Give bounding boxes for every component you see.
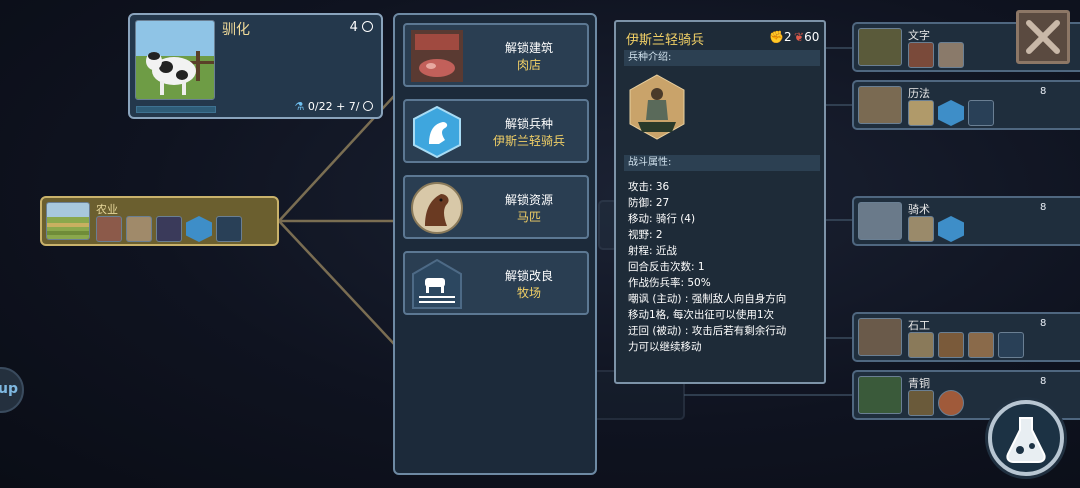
unit-cost-a-value: 2 <box>783 30 792 44</box>
attr-flank-1: 迂回 (被动) : 攻击后若有剩余行动 <box>628 325 787 337</box>
tech-title: 农业 <box>96 203 118 216</box>
attr-counter: 回合反击次数: 1 <box>628 261 705 273</box>
turn-cost-value: 4 <box>349 20 358 35</box>
attr-taunt-1: 嘲讽 (主动) : 强制敌人向自身方向 <box>628 293 787 305</box>
unlock-building[interactable]: 解锁建筑 肉店 <box>403 23 589 87</box>
research-progress-value: 0/22 + 7/ <box>307 100 360 113</box>
turn-cost: 8 <box>1040 86 1047 97</box>
turn-cost: 8 <box>1040 202 1047 213</box>
library-icon <box>908 42 934 68</box>
research-button[interactable] <box>988 400 1064 476</box>
unlock-label: 解锁资源 <box>504 193 553 207</box>
unit-cost-a: ✊2 <box>769 30 792 44</box>
plantation-icon <box>968 100 994 126</box>
tech-title: 骑术 <box>908 203 930 216</box>
unlock-value: 肉店 <box>516 58 541 72</box>
unit-cost-b: ❦60 <box>794 30 819 44</box>
unlock-value: 牧场 <box>516 286 541 300</box>
flask-icon <box>1006 417 1046 463</box>
barracks-icon <box>908 390 934 416</box>
tech-title: 驯化 <box>222 22 250 38</box>
resource-hex-icon <box>186 216 212 242</box>
tech-title: 文字 <box>908 29 930 42</box>
unlock-label: 解锁改良 <box>504 269 553 283</box>
attr-flank-2: 力可以继续移动 <box>628 341 702 353</box>
horse-resource-icon <box>411 182 463 234</box>
tech-card-masonry[interactable]: 石工 8 <box>852 312 1080 362</box>
pyramid-icon <box>908 100 934 126</box>
calendar-image <box>858 86 902 124</box>
unlock-improvement[interactable]: 解锁改良 牧场 <box>403 251 589 315</box>
scribe-icon <box>938 42 964 68</box>
research-progress-text: ⚗ 0/22 + 7/ <box>294 100 373 113</box>
combat-stats-header: 战斗属性: <box>624 155 820 171</box>
turn-cost: 8 <box>1040 376 1047 387</box>
tech-card-horseback-riding[interactable]: 骑术 8 <box>852 196 1080 246</box>
copper-icon <box>938 390 964 416</box>
tech-title: 青铜 <box>908 377 930 390</box>
food-icon: ❦ <box>794 30 805 44</box>
clock-icon <box>362 21 373 32</box>
cow-image <box>135 20 215 100</box>
meat-shop-icon <box>411 30 463 82</box>
colosseum-icon <box>908 216 934 242</box>
research-progress-bar <box>136 106 216 113</box>
unlock-value: 伊斯兰轻骑兵 <box>492 134 565 148</box>
farmland-image <box>46 202 90 240</box>
improvement-icon <box>216 216 242 242</box>
tech-title: 石工 <box>908 319 930 332</box>
unit-intro-header: 兵种介绍: <box>624 50 820 66</box>
clock-icon <box>363 101 373 111</box>
forge-image <box>858 376 902 414</box>
unlock-label: 解锁兵种 <box>504 117 553 131</box>
unlock-value: 马匹 <box>516 210 541 224</box>
tech-card-domestication[interactable]: 驯化 4 ⚗ 0/22 + 7/ <box>128 13 383 119</box>
unit-icon <box>156 216 182 242</box>
attr-vision: 视野: 2 <box>628 229 663 241</box>
tablet-image <box>858 28 902 66</box>
turn-cost: 8 <box>1040 318 1047 329</box>
horse-unit-icon <box>411 105 463 159</box>
stone-image <box>858 318 902 356</box>
unit-name: 伊斯兰轻骑兵 <box>626 33 705 48</box>
turn-cost: 4 <box>350 20 373 35</box>
unlock-label: 解锁建筑 <box>504 41 553 55</box>
unlock-unit[interactable]: 解锁兵种 伊斯兰轻骑兵 <box>403 99 589 163</box>
horse-hex-icon <box>938 216 964 242</box>
resource-hex-icon <box>938 100 964 126</box>
attr-wound-rate: 作战伤兵率: 50% <box>628 277 711 289</box>
building-icon <box>96 216 122 242</box>
close-icon <box>1026 20 1060 54</box>
production-icon: ✊ <box>769 30 784 44</box>
attr-move: 移动: 骑行 (4) <box>628 213 696 225</box>
tech-card-agriculture[interactable]: 农业 <box>40 196 279 246</box>
temple-icon <box>968 332 994 358</box>
tech-card-calendar[interactable]: 历法 8 <box>852 80 1080 130</box>
science-icon: ⚗ <box>294 100 305 113</box>
gate-icon <box>938 332 964 358</box>
close-button[interactable] <box>1016 10 1070 64</box>
tech-title: 历法 <box>908 87 930 100</box>
pasture-icon <box>411 258 463 310</box>
attr-taunt-2: 移动1格, 每次出征可以使用1次 <box>628 309 775 321</box>
unlock-resource[interactable]: 解锁资源 马匹 <box>403 175 589 239</box>
attr-defense: 防御: 27 <box>628 197 670 209</box>
quarry-icon <box>998 332 1024 358</box>
unit-cost-b-value: 60 <box>804 30 820 44</box>
cavalry-portrait-icon <box>628 74 686 140</box>
hut-icon <box>126 216 152 242</box>
wall-icon <box>908 332 934 358</box>
left-edge-label: up <box>0 381 18 397</box>
attr-attack: 攻击: 36 <box>628 181 670 193</box>
unlock-panel: 解锁建筑 肉店 解锁兵种 伊斯兰轻骑兵 解锁资源 马匹 解锁改良 牧场 <box>393 13 597 475</box>
attr-range: 射程: 近战 <box>628 245 677 257</box>
unit-tooltip: 伊斯兰轻骑兵 ✊2 ❦60 兵种介绍: 战斗属性: 攻击: 36 防御: 27 … <box>614 20 826 384</box>
rider-image <box>858 202 902 240</box>
